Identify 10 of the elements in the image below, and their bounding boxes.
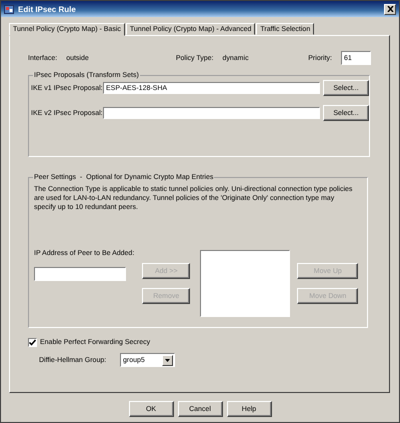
window-icon (4, 4, 14, 14)
dropdown-arrow-icon (165, 358, 170, 362)
peer-list[interactable] (200, 250, 290, 317)
ip-address-field[interactable] (34, 267, 126, 281)
close-button[interactable] (384, 4, 396, 14)
proposal-field[interactable] (103, 107, 320, 119)
window-title: Edit IPsec Rule (18, 4, 76, 14)
check-icon (29, 339, 36, 346)
pfs-checkbox[interactable] (28, 338, 37, 347)
close-icon (386, 6, 394, 12)
